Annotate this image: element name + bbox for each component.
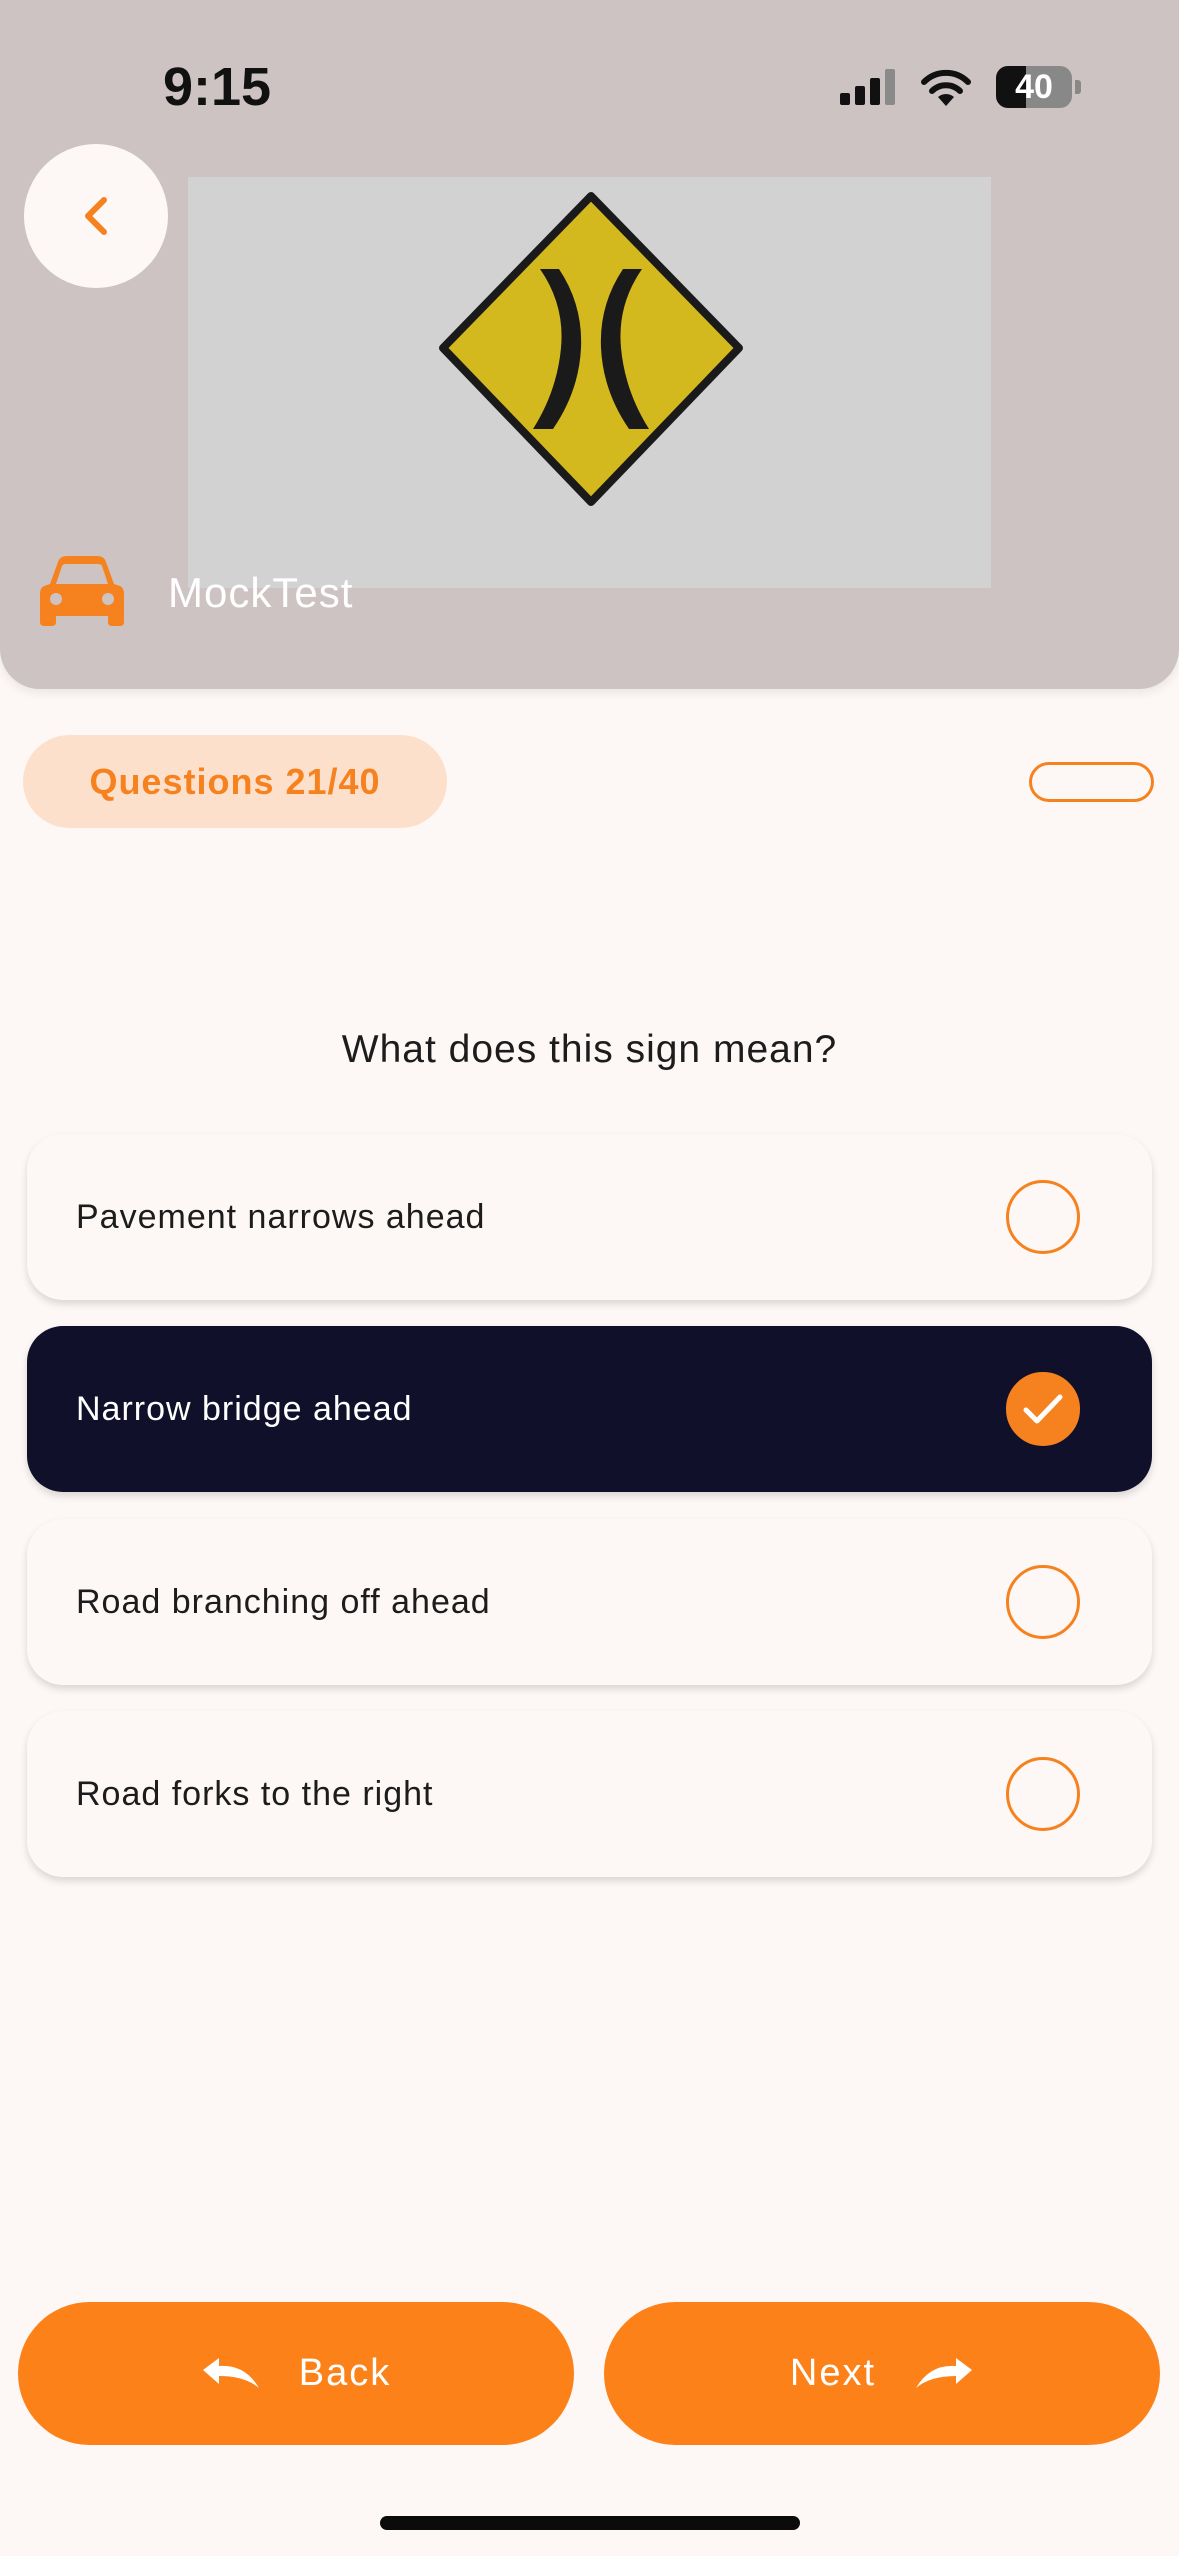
- narrow-bridge-sign-icon: [439, 192, 743, 506]
- battery-icon: 40: [996, 66, 1072, 108]
- answer-option-label: Pavement narrows ahead: [76, 1197, 486, 1236]
- radio-unchecked-icon[interactable]: [1006, 1757, 1080, 1831]
- radio-checked-icon[interactable]: [1006, 1372, 1080, 1446]
- undo-arrow-icon: [202, 2357, 259, 2388]
- answer-option-4[interactable]: Road forks to the right: [27, 1711, 1152, 1877]
- wifi-icon: [921, 69, 971, 106]
- status-time: 9:15: [163, 57, 272, 117]
- answer-option-2[interactable]: Narrow bridge ahead: [27, 1326, 1152, 1492]
- answer-option-label: Narrow bridge ahead: [76, 1389, 413, 1428]
- question-counter-badge: Questions 21/40: [23, 735, 447, 828]
- home-indicator[interactable]: [380, 2516, 800, 2530]
- signal-icon: [840, 69, 895, 105]
- radio-unchecked-icon[interactable]: [1006, 1565, 1080, 1639]
- question-text: What does this sign mean?: [341, 1028, 838, 1071]
- answer-option-1[interactable]: Pavement narrows ahead: [27, 1134, 1152, 1300]
- car-icon: [40, 556, 124, 626]
- radio-unchecked-icon[interactable]: [1006, 1180, 1080, 1254]
- answer-option-3[interactable]: Road branching off ahead: [27, 1519, 1152, 1685]
- answer-option-label: Road branching off ahead: [76, 1582, 491, 1621]
- answer-option-label: Road forks to the right: [76, 1774, 434, 1813]
- next-button-label: Next: [789, 2352, 877, 2394]
- brand: MockTest: [40, 556, 353, 630]
- brand-name: MockTest: [168, 569, 354, 616]
- back-button-label: Back: [298, 2352, 392, 2394]
- sign-image: [188, 177, 991, 588]
- chevron-left-icon: [85, 197, 107, 235]
- redo-arrow-icon: [916, 2357, 973, 2388]
- status-icons: 40: [840, 66, 1081, 108]
- header: 9:15 40 MockTest: [0, 0, 1179, 689]
- battery-level: 40: [1015, 67, 1053, 106]
- next-button[interactable]: Next: [604, 2302, 1160, 2445]
- checkmark-icon: [1023, 1394, 1063, 1424]
- back-button[interactable]: Back: [18, 2302, 574, 2445]
- progress-pill: [1029, 762, 1154, 802]
- back-circle-button[interactable]: [24, 144, 168, 288]
